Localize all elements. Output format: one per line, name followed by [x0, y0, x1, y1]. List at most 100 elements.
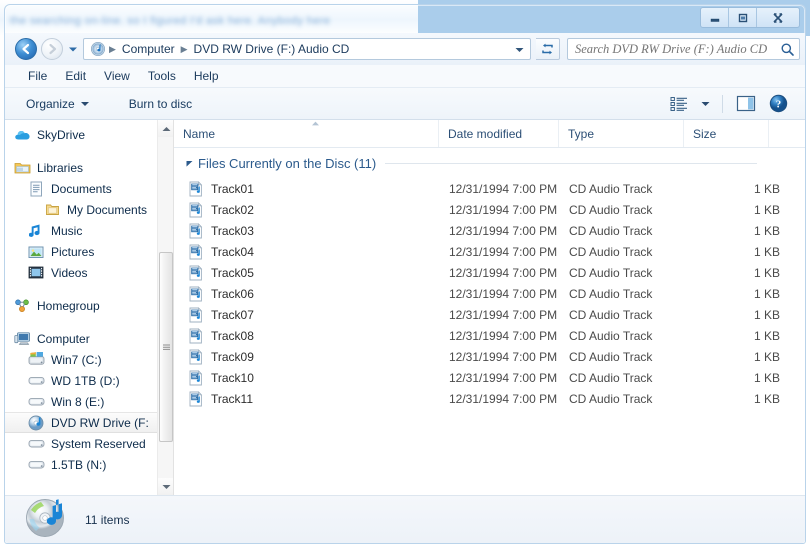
- menu-file[interactable]: File: [19, 66, 56, 86]
- videos-filmstrip-icon: [27, 265, 45, 281]
- history-dropdown-button[interactable]: [67, 44, 79, 54]
- sidebar-item-wd-1tb-d[interactable]: WD 1TB (D:): [5, 370, 173, 391]
- sidebar-item-dvd-rw-drive-f[interactable]: DVD RW Drive (F:: [5, 412, 173, 433]
- menu-tools[interactable]: Tools: [139, 66, 185, 86]
- column-header-type[interactable]: Type: [559, 120, 684, 147]
- list-view-icon[interactable]: [664, 93, 694, 115]
- column-header-date[interactable]: Date modified: [439, 120, 559, 147]
- column-header-blank[interactable]: [769, 120, 805, 147]
- triangle-down-icon[interactable]: [183, 157, 195, 169]
- library-folder-icon: [13, 160, 31, 176]
- sidebar-item-skydrive[interactable]: SkyDrive: [5, 124, 173, 145]
- file-name-label: Track03: [211, 223, 254, 238]
- sidebar-item-homegroup[interactable]: Homegroup: [5, 295, 173, 316]
- cell-name[interactable]: Track07: [188, 304, 254, 325]
- group-header[interactable]: Files Currently on the Disc (11): [174, 148, 805, 178]
- table-row[interactable]: Track01 12/31/1994 7:00 PM CD Audio Track 1…: [174, 178, 805, 199]
- table-row[interactable]: Track05 12/31/1994 7:00 PM CD Audio Track 1…: [174, 262, 805, 283]
- file-name-label: Track04: [211, 244, 254, 259]
- column-header-row: Name Date modified Type Size: [174, 120, 805, 148]
- cell-name[interactable]: Track02: [188, 199, 254, 220]
- skydrive-cloud-icon: [13, 127, 31, 143]
- hard-drive-icon: [27, 394, 45, 410]
- back-button[interactable]: [15, 38, 37, 60]
- table-row[interactable]: Track11 12/31/1994 7:00 PM CD Audio Track 1…: [174, 388, 805, 409]
- column-header-size[interactable]: Size: [684, 120, 769, 147]
- table-row[interactable]: Track04 12/31/1994 7:00 PM CD Audio Track 1…: [174, 241, 805, 262]
- table-row[interactable]: Track02 12/31/1994 7:00 PM CD Audio Track 1…: [174, 199, 805, 220]
- view-dropdown-icon[interactable]: [696, 93, 714, 115]
- organize-button[interactable]: Organize: [17, 93, 98, 115]
- file-name-label: Track11: [211, 391, 254, 406]
- file-list-pane: Name Date modified Type Size Files Curre…: [174, 120, 805, 495]
- refresh-button[interactable]: [536, 38, 560, 60]
- cell-name[interactable]: Track03: [188, 220, 254, 241]
- sidebar-item-win7-c[interactable]: Win7 (C:): [5, 349, 173, 370]
- sidebar-item-libraries[interactable]: Libraries: [5, 157, 173, 178]
- search-box[interactable]: [567, 38, 800, 60]
- navigation-scrollbar[interactable]: [157, 120, 173, 495]
- cell-name[interactable]: Track10: [188, 367, 254, 388]
- column-label-name: Name: [183, 126, 216, 141]
- table-row[interactable]: Track07 12/31/1994 7:00 PM CD Audio Track 1…: [174, 304, 805, 325]
- search-input[interactable]: [575, 41, 780, 57]
- cell-name[interactable]: Track09: [188, 346, 254, 367]
- table-row[interactable]: Track06 12/31/1994 7:00 PM CD Audio Track 1…: [174, 283, 805, 304]
- menu-view[interactable]: View: [95, 66, 139, 86]
- file-rows: Track01 12/31/1994 7:00 PM CD Audio Track 1…: [174, 178, 805, 409]
- cell-name[interactable]: Track04: [188, 241, 254, 262]
- cell-date-modified: 12/31/1994 7:00 PM: [449, 223, 558, 238]
- file-name-label: Track01: [211, 181, 254, 196]
- cd-audio-track-icon: [188, 306, 204, 323]
- explorer-window: ▶ Computer ▶ DVD RW Drive (F:) Audio CD: [4, 4, 806, 544]
- address-dropdown-icon[interactable]: [511, 42, 527, 58]
- cell-name[interactable]: Track05: [188, 262, 254, 283]
- table-row[interactable]: Track08 12/31/1994 7:00 PM CD Audio Track 1…: [174, 325, 805, 346]
- forward-button[interactable]: [41, 38, 63, 60]
- breadcrumb-computer[interactable]: Computer: [117, 40, 180, 58]
- cell-name[interactable]: Track01: [188, 178, 254, 199]
- cd-audio-track-icon: [188, 348, 204, 365]
- cell-type: CD Audio Track: [569, 265, 653, 280]
- address-bar[interactable]: ▶ Computer ▶ DVD RW Drive (F:) Audio CD: [83, 38, 531, 60]
- sidebar-item-pictures[interactable]: Pictures: [5, 241, 173, 262]
- scroll-up-arrow[interactable]: [158, 120, 173, 137]
- preview-pane-icon[interactable]: [731, 93, 761, 115]
- breadcrumb-dvd-drive[interactable]: DVD RW Drive (F:) Audio CD: [189, 40, 355, 58]
- burn-to-disc-button[interactable]: Burn to disc: [120, 93, 201, 115]
- cell-type: CD Audio Track: [569, 328, 653, 343]
- help-icon[interactable]: ?: [763, 93, 793, 115]
- dvd-drive-icon: [27, 415, 45, 431]
- scroll-down-arrow[interactable]: [158, 478, 173, 495]
- sidebar-item-label: Homegroup: [37, 298, 100, 313]
- sidebar-item-videos[interactable]: Videos: [5, 262, 173, 283]
- sidebar-item-my-documents[interactable]: My Documents: [5, 199, 173, 220]
- table-row[interactable]: Track10 12/31/1994 7:00 PM CD Audio Track 1…: [174, 367, 805, 388]
- hard-drive-icon: [27, 373, 45, 389]
- menu-help[interactable]: Help: [185, 66, 228, 86]
- scrollbar-thumb[interactable]: [159, 252, 173, 442]
- column-header-name[interactable]: Name: [174, 120, 439, 147]
- sidebar-item-music[interactable]: Music: [5, 220, 173, 241]
- sidebar-item-documents[interactable]: Documents: [5, 178, 173, 199]
- breadcrumb-separator: ▶: [109, 43, 116, 54]
- audio-cd-icon: [23, 495, 71, 541]
- sidebar-item-1-5tb-n[interactable]: 1.5TB (N:): [5, 454, 173, 475]
- cell-name[interactable]: Track11: [188, 388, 253, 409]
- cell-name[interactable]: Track08: [188, 325, 254, 346]
- sidebar-item-label: Libraries: [37, 160, 84, 175]
- sidebar-item-computer[interactable]: Computer: [5, 328, 173, 349]
- cell-date-modified: 12/31/1994 7:00 PM: [449, 370, 558, 385]
- close-button[interactable]: [757, 8, 799, 27]
- sidebar-item-system-reserved[interactable]: System Reserved: [5, 433, 173, 454]
- sidebar-item-win-8-e[interactable]: Win 8 (E:): [5, 391, 173, 412]
- table-row[interactable]: Track03 12/31/1994 7:00 PM CD Audio Track 1…: [174, 220, 805, 241]
- maximize-button[interactable]: [729, 8, 757, 27]
- sidebar-item-label: Pictures: [51, 244, 95, 259]
- table-row[interactable]: Track09 12/31/1994 7:00 PM CD Audio Track 1…: [174, 346, 805, 367]
- minimize-button[interactable]: [701, 8, 729, 27]
- menu-edit[interactable]: Edit: [56, 66, 95, 86]
- file-name-label: Track07: [211, 307, 254, 322]
- cell-name[interactable]: Track06: [188, 283, 254, 304]
